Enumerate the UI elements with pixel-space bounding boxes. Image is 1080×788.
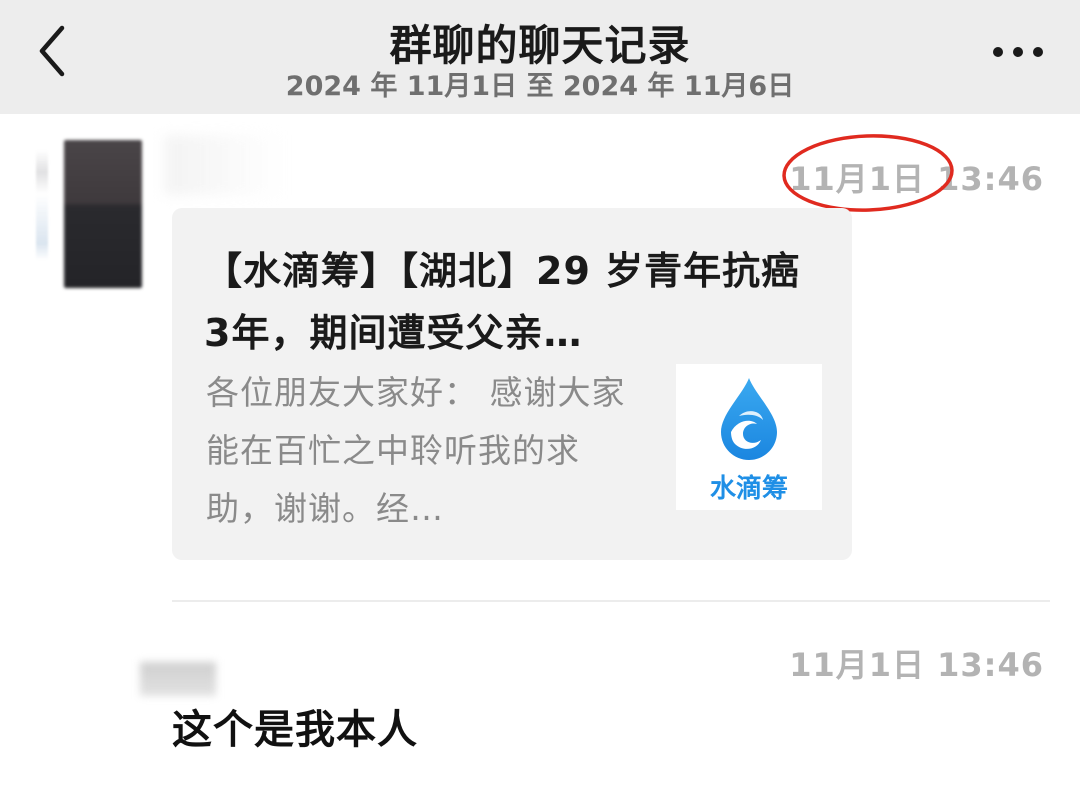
header-bar: 群聊的聊天记录 2024 年 11月1日 至 2024 年 11月6日 <box>0 0 1080 114</box>
link-card[interactable]: 【水滴筹】【湖北】29 岁青年抗癌 3年，期间遭受父亲… 各位朋友大家好： 感谢… <box>172 208 852 560</box>
message-divider <box>172 600 1050 602</box>
sender-name-blurred <box>140 662 216 696</box>
card-thumbnail: 水滴筹 <box>676 364 822 510</box>
sender-name-blurred <box>165 135 285 195</box>
message-text: 这个是我本人 <box>172 707 418 753</box>
avatar[interactable] <box>64 140 142 288</box>
date-range: 2024 年 11月1日 至 2024 年 11月6日 <box>285 71 795 102</box>
message-timestamp: 11月1日 13:46 <box>789 646 1044 684</box>
card-title: 【水滴筹】【湖北】29 岁青年抗癌 3年，期间遭受父亲… <box>204 249 801 355</box>
chat-history-screen: 群聊的聊天记录 2024 年 11月1日 至 2024 年 11月6日 11月1… <box>0 0 1080 788</box>
more-horizontal-icon <box>993 47 1043 57</box>
card-description: 各位朋友大家好： 感谢大家能在百忙之中聆听我的求助，谢谢。经… <box>206 373 626 528</box>
red-ellipse-annotation <box>782 134 954 212</box>
blurred-edge <box>36 150 48 260</box>
more-button[interactable] <box>988 34 1048 70</box>
water-drop-logo-icon <box>721 378 777 460</box>
card-logo-text: 水滴筹 <box>709 474 788 504</box>
